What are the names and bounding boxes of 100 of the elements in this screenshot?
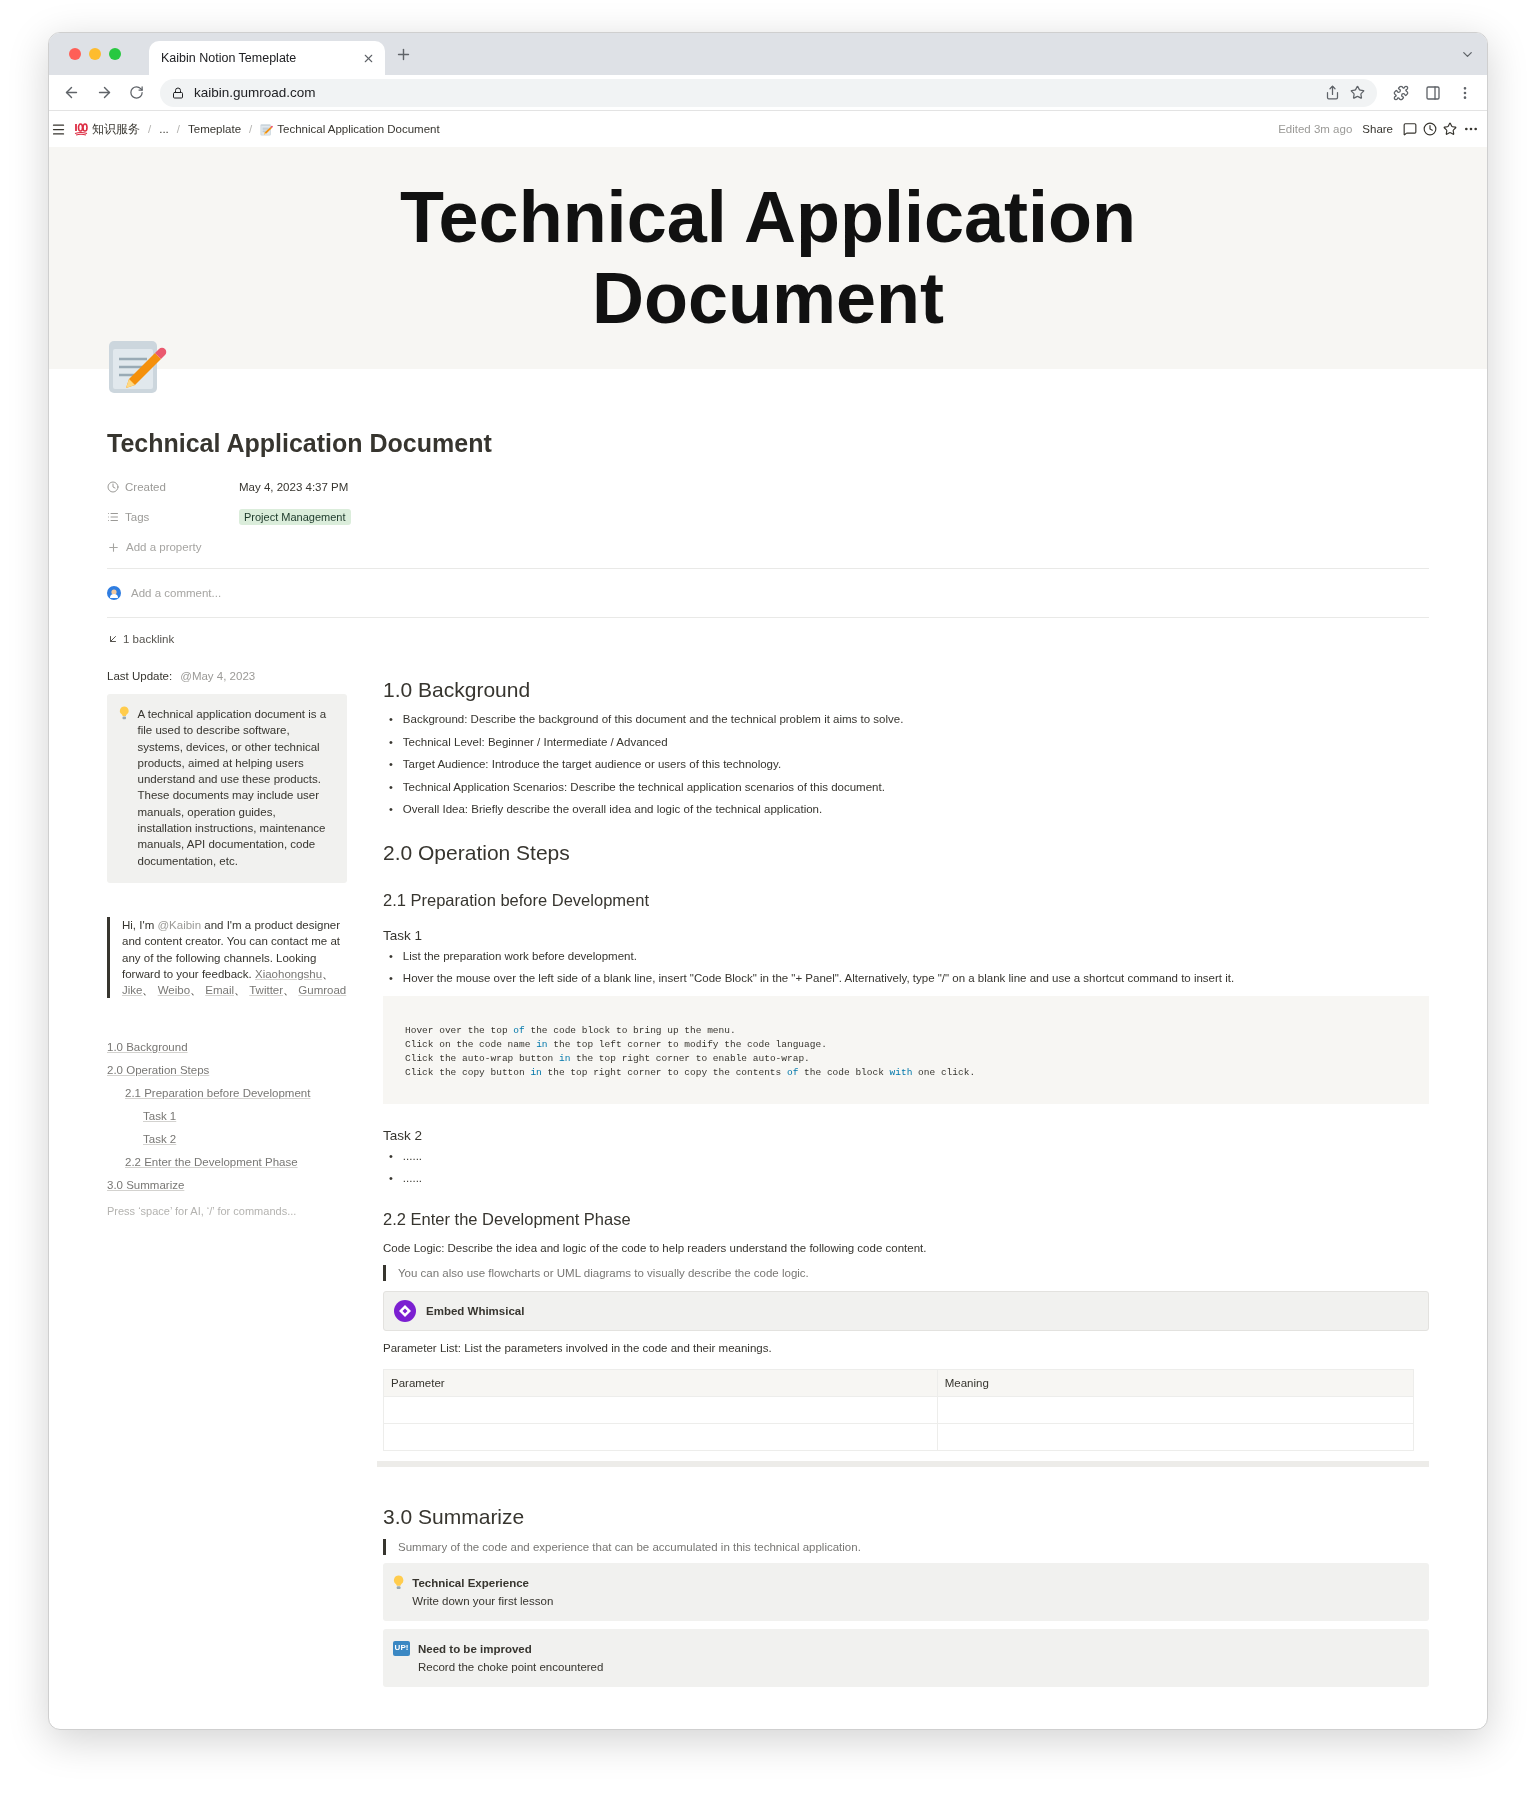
bullet-item: ...... (402, 1171, 423, 1186)
edited-status: Edited 3m ago (1278, 123, 1353, 135)
embed-button[interactable]: Embed Whimsical (383, 1290, 1429, 1331)
page-title: Technical Application Document (107, 429, 493, 458)
channel-link[interactable]: Twitter (249, 984, 284, 997)
share-page-button[interactable] (1325, 85, 1340, 100)
code-line: Click the copy button in the top right corner to copy the contents of the code block with one click. (405, 1065, 977, 1080)
bullet-item: Hover the mouse over the left side of a blank line, insert "Code Block" in the "+ Panel". Alternatively, type "/" on a blank line and use a shortcut command to insert it. (402, 971, 1235, 986)
date-mention: @May 4, 2023 (180, 670, 256, 682)
share-button[interactable]: Share (1358, 121, 1397, 137)
backlink-button[interactable]: 1 backlink (107, 624, 175, 654)
paragraph: Parameter List: List the parameters involved in the code and their meanings. (383, 1340, 773, 1356)
subsection-heading: 2.1 Preparation before Development (383, 890, 650, 910)
channel-link[interactable]: Xiaohongshu (254, 967, 323, 980)
channel-link[interactable]: Gumroad (298, 984, 347, 997)
bullet-item: Overall Idea: Briefly describe the overall idea and logic of the technical application. (402, 802, 823, 817)
task-heading: Task 1 (383, 927, 424, 943)
subsection-heading: 2.2 Enter the Development Phase (383, 1209, 632, 1229)
bullet-marker: • (389, 779, 393, 795)
notepad-pencil-icon (260, 122, 274, 136)
section-heading: 2.0 Operation Steps (383, 840, 571, 865)
breadcrumb-link[interactable]: 知识服务 (72, 119, 142, 139)
block-input[interactable]: Press ‘space’ for AI, ‘/’ for commands... (107, 1205, 347, 1218)
url-text: kaibin.gumroad.com (194, 85, 316, 100)
breadcrumb-link[interactable]: Temeplate (186, 121, 244, 137)
bullet-item: Target Audience: Introduce the target audience or users of this technology. (402, 757, 782, 772)
section-heading: 3.0 Summarize (383, 1504, 526, 1529)
bullet-marker: • (389, 1171, 393, 1186)
property-name: Created (125, 481, 166, 493)
callout-text: A technical application document is a file used to describe software, systems, devices, or other technical products, aimed at helping users understand and use these products. These documents may include user manuals, operation guides, installation instructions, maintenance manuals, API documentation, code documentation, etc. (137, 707, 328, 869)
property-name: Tags (125, 511, 150, 523)
channel-link[interactable]: Jike (122, 984, 143, 997)
lightbulb-icon (119, 706, 130, 720)
code-line: Hover over the top of the code block to bring up the menu. (405, 1023, 737, 1038)
comments-button[interactable] (1403, 122, 1417, 136)
column-header: Meaning (937, 1369, 1414, 1396)
lightbulb-icon (393, 1574, 405, 1590)
reload-button[interactable] (129, 85, 144, 100)
toc-link[interactable]: 2.2 Enter the Development Phase (125, 1151, 298, 1175)
toc-link[interactable]: 2.0 Operation Steps (107, 1059, 210, 1083)
breadcrumb-separator: / (249, 123, 253, 135)
bullet-item: Technical Level: Beginner / Intermediate / Advanced (402, 734, 668, 750)
lock-icon (172, 86, 184, 99)
bullet-marker: • (389, 712, 393, 727)
last-update-label: Last Update: (107, 670, 173, 682)
address-field[interactable]: kaibin.gumroad.com (160, 78, 1377, 107)
paragraph: Code Logic: Describe the idea and logic of the code to help readers understand the following code content. (383, 1240, 928, 1256)
bullet-item: List the preparation work before development. (402, 948, 637, 964)
property-value: May 4, 2023 4:37 PM (239, 481, 349, 493)
menu-button[interactable] (51, 121, 66, 137)
up-sign: UP! (393, 1640, 410, 1656)
bullet-marker: • (389, 757, 393, 772)
breadcrumb-separator: / (148, 123, 152, 135)
toc-link[interactable]: Task 1 (143, 1105, 177, 1129)
breadcrumb-link[interactable]: Technical Application Document (258, 120, 442, 138)
embed-logo-icon (394, 1299, 416, 1322)
channel-link[interactable]: Email (205, 984, 234, 997)
comment-field[interactable]: Add a comment... (129, 586, 1429, 600)
channel-link[interactable]: Weibo (157, 984, 191, 997)
browser-tab[interactable]: Kaibin Notion Temeplate (149, 41, 385, 75)
add-property-button[interactable]: Add a property (107, 532, 202, 562)
task-heading: Task 2 (383, 1127, 424, 1143)
toc-link[interactable]: Task 2 (143, 1128, 177, 1152)
back-button[interactable] (63, 84, 80, 101)
contact-paragraph: Hi, I'm @Kaibin and I'm a product designer and content creator. You can contact me at any of the following channels. Looking forward to your feedback. Xiaohongshu、 Jike、 Weibo、 Email、 Twitter、 Gumroad (107, 916, 347, 999)
breadcrumb-link[interactable]: ... (157, 121, 171, 137)
toc-link[interactable]: 1.0 Background (107, 1036, 188, 1060)
side-panel-button[interactable] (1425, 84, 1441, 101)
toc-link[interactable]: 2.1 Preparation before Development (125, 1082, 311, 1106)
bullet-marker: • (389, 971, 393, 986)
avatar-icon (107, 586, 121, 600)
favorite-button[interactable] (1443, 122, 1457, 136)
bullet-item: ...... (402, 1148, 423, 1164)
callout-title: Technical Experience (412, 1575, 530, 1591)
arrow-icon (107, 633, 119, 645)
bullet-marker: • (389, 802, 393, 817)
mention-link[interactable]: @Kaibin (157, 918, 202, 931)
extensions-button[interactable] (1393, 84, 1409, 101)
callout-text: Record the choke point encountered (418, 1659, 604, 1675)
callout-text: Write down your first lesson (412, 1593, 554, 1609)
bullet-marker: • (389, 734, 393, 750)
toc-link[interactable]: 3.0 Summarize (107, 1174, 185, 1198)
bookmark-button[interactable] (1350, 85, 1365, 100)
bullet-marker: • (389, 1148, 393, 1164)
section-heading: 1.0 Background (383, 678, 532, 702)
plus-icon (107, 540, 120, 554)
code-line: Click on the code name in the top left corner to modify the code language. (405, 1037, 828, 1052)
callout-title: Need to be improved (418, 1641, 533, 1657)
list-icon (107, 511, 119, 523)
clock-icon (107, 481, 119, 493)
hundred-points-icon (74, 122, 88, 136)
code-line: Click the auto-wrap button in the top right corner to enable auto-wrap. (405, 1051, 811, 1066)
forward-button[interactable] (96, 84, 113, 101)
bullet-marker: • (389, 948, 393, 964)
quote-text: You can also use flowcharts or UML diagrams to visually describe the code logic. (383, 1264, 1429, 1281)
bullet-item: Background: Describe the background of this document and the technical problem it aims to solve. (402, 712, 904, 727)
column-header: Parameter (383, 1369, 938, 1396)
history-button[interactable] (1423, 122, 1437, 136)
breadcrumb-separator: / (176, 123, 180, 135)
bullet-item: Technical Application Scenarios: Describe the technical application scenarios of this document. (402, 779, 885, 795)
